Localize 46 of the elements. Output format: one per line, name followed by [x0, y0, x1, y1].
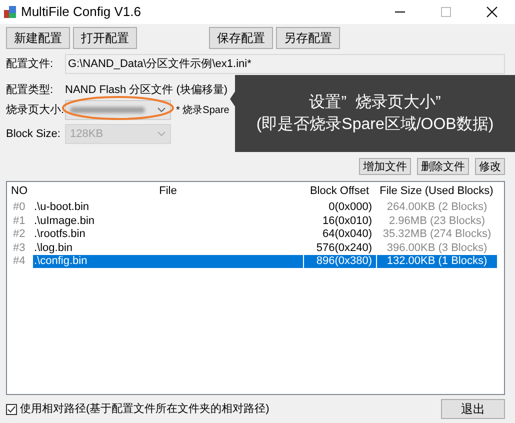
field-label: 配置类型: — [6, 82, 54, 98]
column-header[interactable]: File — [33, 183, 303, 200]
toolbar-button[interactable]: 保存配置 — [209, 27, 273, 49]
field-label: 配置文件: — [6, 56, 54, 72]
table-cell-text: 2.96MB (23 Blocks) — [388, 214, 486, 228]
table-cell-text: 16(0x010) — [321, 214, 373, 228]
column-header[interactable]: NO — [7, 183, 33, 200]
table-cell[interactable]: .\log.bin — [33, 242, 303, 255]
toolbar-button[interactable]: 打开配置 — [73, 27, 137, 49]
toolbar-button[interactable]: 新建配置 — [6, 27, 70, 49]
table-cell[interactable]: .\config.bin — [33, 255, 303, 268]
table-cell-text: #2 — [12, 228, 26, 242]
file-action-button[interactable]: 删除文件 — [417, 158, 469, 175]
table-cell: 896(0x380) — [304, 255, 376, 268]
config-type-value: NAND Flash 分区文件 (块偏移量) — [65, 82, 228, 98]
column-header[interactable]: File Size (Used Blocks) — [376, 183, 497, 200]
table-cell-text: 0(0x000) — [328, 201, 373, 214]
file-action-button[interactable]: 修改 — [475, 158, 505, 175]
table-cell-text: 64(0x040) — [321, 228, 373, 242]
table-cell-text: 35.32MB (274 Blocks) — [382, 228, 492, 242]
column-header[interactable]: Block Offset — [303, 183, 376, 200]
callout-text: (即是否烧录Spare区域/OOB数据) — [256, 114, 494, 134]
table-cell-text: #0 — [12, 201, 26, 214]
page-size-note: * 烧录Spare — [176, 104, 230, 118]
table-cell[interactable]: .\rootfs.bin — [33, 228, 303, 242]
table-cell[interactable]: .\uImage.bin — [33, 214, 303, 228]
file-action-button[interactable]: 增加文件 — [359, 158, 411, 175]
checkbox-label: 使用相对路径(基于配置文件所在文件夹的相对路径) — [20, 402, 270, 417]
table-cell: 132.00KB (1 Blocks) — [377, 255, 497, 268]
window-title: MultiFile Config V1.6 — [21, 3, 141, 22]
table-cell-text: 396.00KB (3 Blocks) — [386, 242, 488, 255]
chevron-icon — [157, 131, 166, 137]
table-cell[interactable]: .\u-boot.bin — [33, 201, 303, 214]
exit-button[interactable]: 退出 — [441, 399, 505, 419]
field-label: Block Size: — [6, 126, 62, 142]
app-icon — [3, 5, 17, 19]
table-cell-text: #1 — [12, 214, 26, 228]
table-cell-text: #4 — [12, 255, 26, 268]
callout-text: 设置” 烧录页大小” — [309, 92, 441, 112]
table-cell-text: 576(0x240) — [315, 242, 373, 255]
chevron-icon — [157, 107, 166, 113]
table-cell-text: #3 — [12, 242, 26, 255]
checkbox[interactable] — [6, 404, 17, 414]
table-cell-text: 264.00KB (2 Blocks) — [386, 201, 488, 214]
toolbar-button[interactable]: 另存配置 — [276, 27, 340, 49]
config-file-field[interactable]: G:\NAND_Data\分区文件示例\ex1.ini* — [65, 54, 505, 74]
